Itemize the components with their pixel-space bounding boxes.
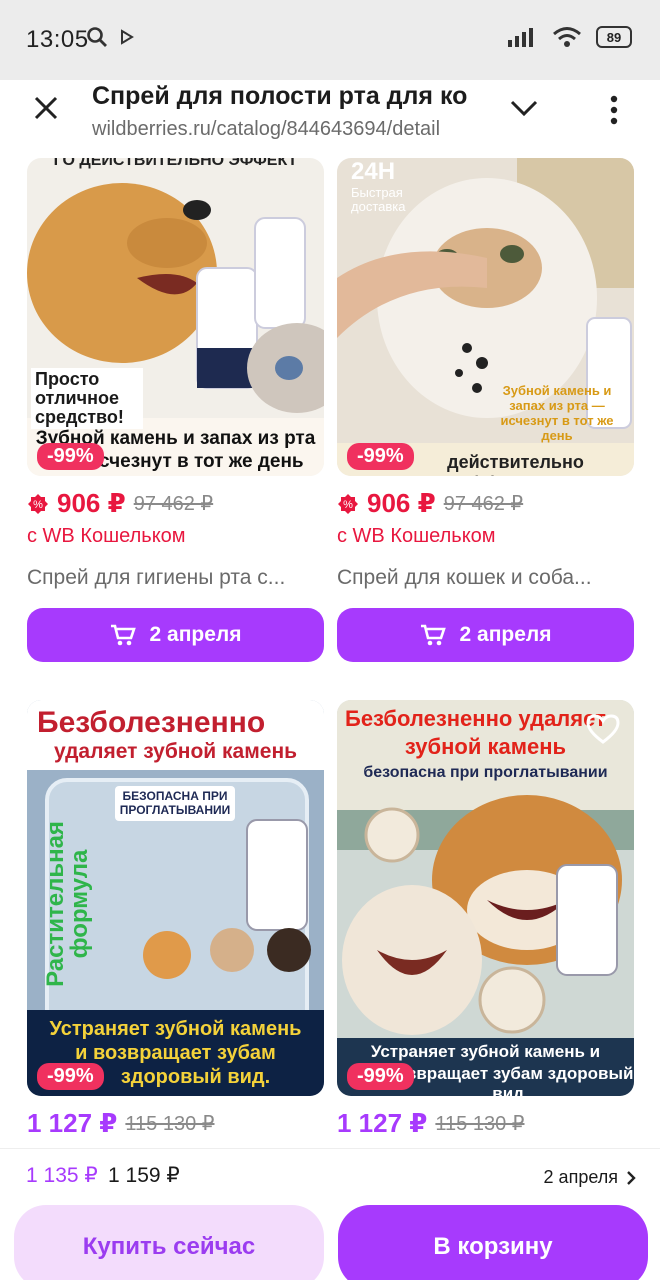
- price-row: 1 127 ₽ 115 130 ₽: [27, 1108, 324, 1139]
- image-caption-top: ГО ДЕЙСТВИТЕЛЬНО ЭФФЕКТ: [53, 158, 298, 169]
- wallet-note: с WB Кошельком: [337, 525, 496, 547]
- product-image[interactable]: ГО ДЕЙСТВИТЕЛЬНО ЭФФЕКТ Просто отличное …: [27, 158, 324, 476]
- product-image[interactable]: Безболезненно удаляет зубной камень БЕЗО…: [27, 700, 324, 1096]
- image-caption-bottom-1: Устраняет зубной камень: [49, 1018, 302, 1040]
- delivery-date: 2 апреля: [459, 623, 552, 646]
- chevron-right-icon: [627, 1170, 636, 1185]
- product-card[interactable]: ГО ДЕЙСТВИТЕЛЬНО ЭФФЕКТ Просто отличное …: [27, 158, 324, 662]
- product-card[interactable]: Безболезненно удаляет зубной камень БЕЗО…: [27, 700, 324, 1139]
- discount-badge: -99%: [37, 1063, 104, 1090]
- image-caption-formula: Растительная формула: [42, 821, 93, 987]
- image-caption-bottom-2: и возвращает зубам: [75, 1042, 276, 1064]
- wallet-discount-icon: %: [28, 493, 48, 514]
- old-price: 115 130 ₽: [435, 1113, 525, 1135]
- wallet-note: с WB Кошельком: [27, 525, 186, 547]
- status-time: 13:05: [26, 26, 89, 53]
- image-caption-delivery: Быстрая доставка: [351, 185, 406, 215]
- close-icon[interactable]: [30, 92, 62, 124]
- status-left-icons: [86, 26, 134, 48]
- wallet-discount-icon: %: [338, 493, 358, 514]
- discount-badge: -99%: [347, 1063, 414, 1090]
- price-row: 1 127 ₽ 115 130 ₽: [337, 1108, 634, 1139]
- image-caption-safe: безопасна при проглатывании: [363, 764, 608, 781]
- play-icon: [121, 29, 134, 45]
- svg-text:%: %: [33, 499, 43, 511]
- product-grid: ГО ДЕЙСТВИТЕЛЬНО ЭФФЕКТ Просто отличное …: [0, 158, 660, 1148]
- price: 906 ₽: [57, 488, 126, 518]
- image-caption-middle: Зубной камень и запах из рта — исчезнут …: [500, 383, 614, 443]
- old-price: 115 130 ₽: [125, 1113, 215, 1135]
- wallet-price: 1 135 ₽: [26, 1164, 98, 1187]
- search-icon: [87, 27, 107, 47]
- status-bar: 13:05 89: [0, 0, 660, 80]
- url-text[interactable]: wildberries.ru/catalog/844643694/detail: [92, 118, 478, 141]
- browser-header: Спрей для полости рта для ко wildberries…: [0, 80, 660, 158]
- wifi-icon: [553, 27, 581, 47]
- cart-icon: [420, 624, 446, 646]
- more-menu-icon[interactable]: [604, 94, 624, 126]
- purchase-bar: 1 135 ₽ 1 159 ₽ 2 апреля Купить сейчас В…: [0, 1148, 660, 1280]
- product-name[interactable]: Спрей для гигиены рта с...: [27, 566, 324, 590]
- price-row: % 906 ₽ 97 462 ₽: [337, 488, 634, 519]
- price: 1 127 ₽: [337, 1108, 428, 1138]
- buy-now-button[interactable]: Купить сейчас: [14, 1205, 324, 1280]
- product-name[interactable]: Спрей для кошек и соба...: [337, 566, 634, 590]
- battery-indicator: 89: [596, 26, 632, 48]
- image-caption-badge: Просто отличное средство!: [31, 368, 143, 429]
- add-to-cart-main-button[interactable]: В корзину: [338, 1205, 648, 1280]
- signal-icon: [508, 28, 533, 47]
- cart-icon: [110, 624, 136, 646]
- add-to-cart-button[interactable]: 2 апреля: [27, 608, 324, 662]
- delivery-date-link[interactable]: 2 апреля: [544, 1167, 636, 1188]
- discount-badge: -99%: [37, 443, 104, 470]
- price: 1 127 ₽: [27, 1108, 118, 1138]
- page-title: Спрей для полости рта для ко: [92, 82, 468, 110]
- status-right-icons: 89: [508, 26, 632, 48]
- delivery-date-text: 2 апреля: [543, 1167, 618, 1187]
- product-card[interactable]: 24H Быстрая доставка Зубной камень и зап…: [337, 158, 634, 662]
- discount-badge: -99%: [347, 443, 414, 470]
- favorite-heart-icon[interactable]: [586, 714, 620, 744]
- favorite-heart-icon[interactable]: [276, 714, 310, 744]
- image-caption-24h: 24H: [351, 158, 396, 185]
- delivery-date: 2 апреля: [149, 623, 242, 646]
- image-caption-safe: БЕЗОПАСНА ПРИ ПРОГЛАТЫВАНИИ: [115, 786, 235, 821]
- svg-text:%: %: [343, 499, 353, 511]
- old-price: 97 462 ₽: [443, 493, 524, 515]
- chevron-down-icon[interactable]: [508, 96, 540, 120]
- price: 906 ₽: [367, 488, 436, 518]
- add-to-cart-button[interactable]: 2 апреля: [337, 608, 634, 662]
- price-row: % 906 ₽ 97 462 ₽: [27, 488, 324, 519]
- regular-price: 1 159 ₽: [108, 1164, 180, 1187]
- product-image[interactable]: 24H Быстрая доставка Зубной камень и зап…: [337, 158, 634, 476]
- image-caption-bottom-1: Устраняет зубной камень и: [370, 1042, 601, 1061]
- old-price: 97 462 ₽: [133, 493, 214, 515]
- product-image[interactable]: Безболезненно удаляет зубной камень безо…: [337, 700, 634, 1096]
- product-card[interactable]: Безболезненно удаляет зубной камень безо…: [337, 700, 634, 1139]
